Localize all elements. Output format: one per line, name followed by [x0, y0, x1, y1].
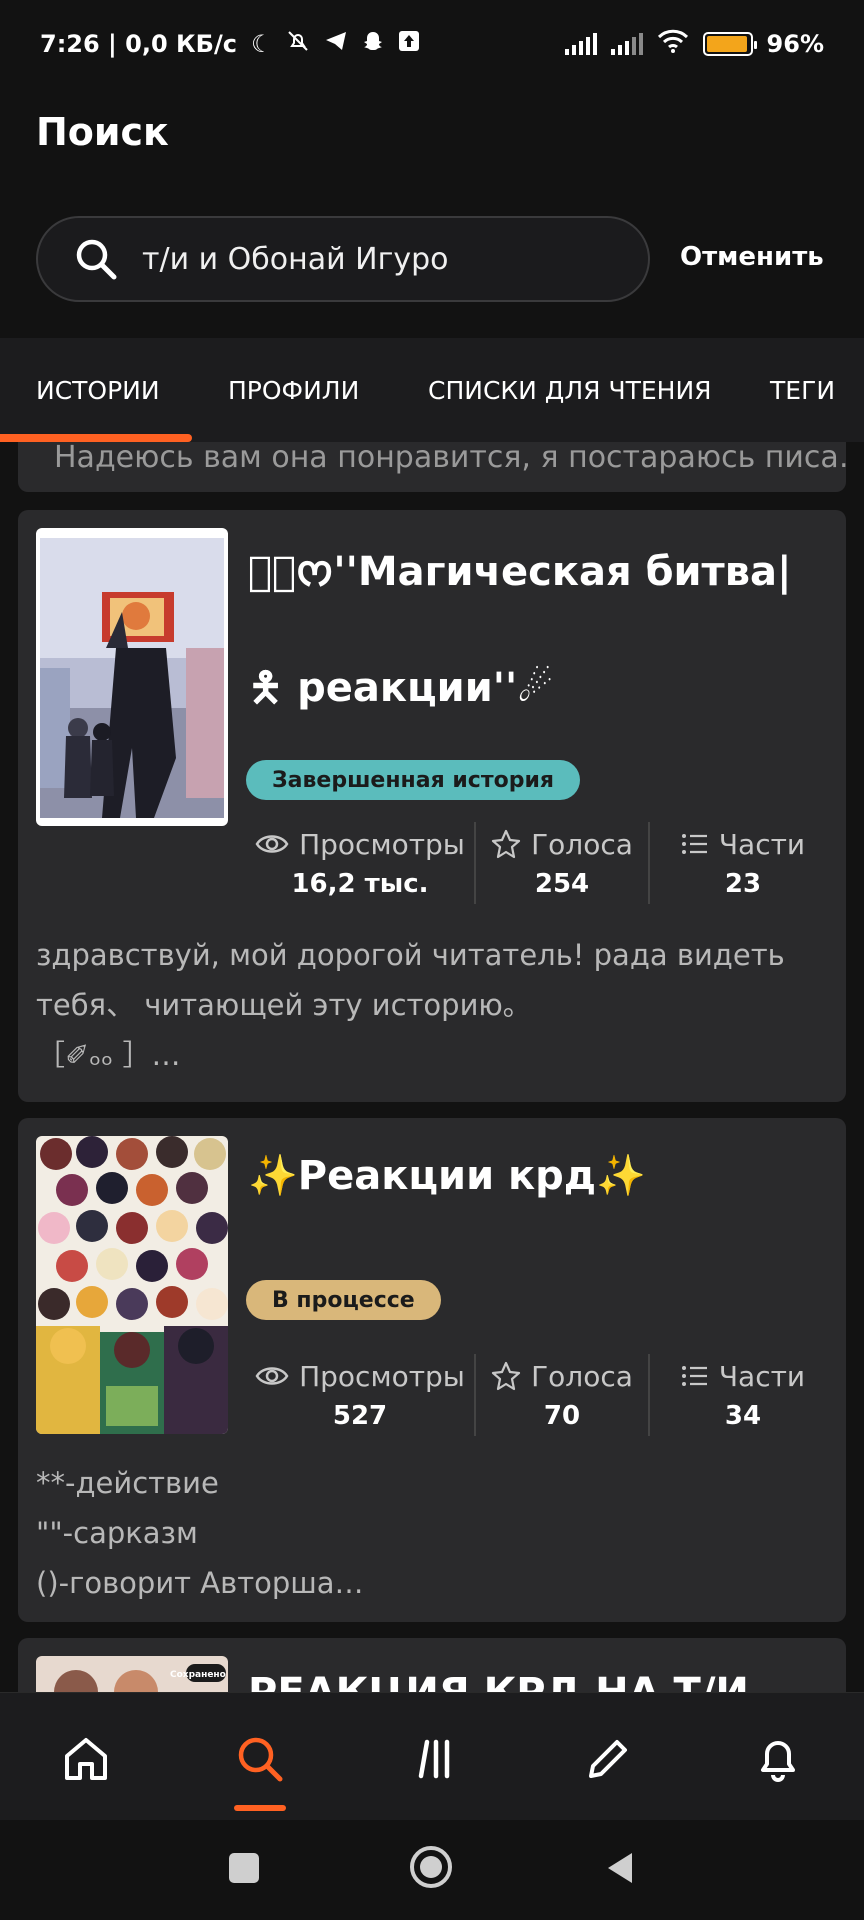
nav-search[interactable]	[230, 1729, 290, 1789]
tab-tags[interactable]: ТЕГИ	[770, 376, 835, 405]
views-label: Просмотры	[299, 1359, 465, 1393]
stat-views: Просмотры 527	[246, 1354, 474, 1436]
tab-stories[interactable]: ИСТОРИИ	[36, 376, 160, 405]
system-nav-bar	[0, 1820, 864, 1920]
snapchat-icon	[362, 30, 384, 58]
story-title-line2[interactable]: 🯅 реакции''☄	[248, 630, 828, 746]
library-icon	[418, 1739, 450, 1779]
story-description: Надеюсь вам она понравится, я постараюсь…	[54, 442, 846, 475]
status-bar: 7:26 | 0,0 КБ/с ☾ 96%	[0, 0, 864, 88]
home-icon	[65, 1738, 107, 1780]
nav-write[interactable]	[578, 1729, 638, 1789]
recents-button[interactable]	[226, 1850, 262, 1890]
square-icon	[229, 1853, 259, 1883]
story-description: здравствуй, мой дорогой читатель! рада в…	[36, 938, 785, 1072]
back-triangle-icon	[608, 1853, 632, 1883]
results-list[interactable]: Надеюсь вам она понравится, я постараюсь…	[0, 442, 864, 1692]
story-card[interactable]: ꦿ⃟ᰔ''Магическая битва| 🯅 🯅 реакции''☄ За…	[18, 510, 846, 1102]
nav-home[interactable]	[56, 1729, 116, 1789]
moon-icon: ☾	[250, 30, 273, 58]
star-icon	[491, 1361, 521, 1391]
status-badge: Завершенная история	[246, 760, 580, 800]
votes-value: 254	[534, 868, 590, 899]
list-icon	[681, 1366, 707, 1386]
bell-icon	[761, 1741, 795, 1782]
status-badge-label: Завершенная история	[272, 767, 554, 793]
tab-profiles[interactable]: ПРОФИЛИ	[228, 376, 359, 405]
parts-value: 23	[724, 868, 762, 899]
stat-views: Просмотры 16,2 тыс.	[246, 822, 474, 904]
battery-percent: 96%	[766, 30, 824, 58]
saved-label: Сохранено	[170, 1670, 226, 1680]
story-description: **-действие ""-сарказм ()-говорит Авторш…	[36, 1466, 364, 1600]
status-time: 7:26 | 0,0 КБ/с	[40, 30, 237, 58]
views-value: 16,2 тыс.	[291, 868, 429, 899]
circle-icon	[410, 1846, 452, 1888]
stat-parts: Части 23	[650, 822, 836, 904]
stat-votes: Голоса 254	[476, 822, 648, 904]
pencil-icon	[589, 1740, 627, 1778]
stat-parts: Части 34	[650, 1354, 836, 1436]
views-value: 527	[332, 1400, 388, 1431]
status-right: 96%	[564, 29, 824, 59]
search-input[interactable]	[142, 241, 602, 277]
tab-reading-lists[interactable]: СПИСКИ ДЛЯ ЧТЕНИЯ	[428, 376, 712, 405]
story-card[interactable]: Сохранено РЕАКЦИЯ КРД НА Т/И	[18, 1638, 846, 1692]
story-card-previous[interactable]: Надеюсь вам она понравится, я постараюсь…	[18, 442, 846, 492]
back-button[interactable]	[602, 1850, 638, 1890]
page-title: Поиск	[36, 110, 169, 154]
parts-value: 34	[724, 1400, 762, 1431]
cancel-button[interactable]: Отменить	[680, 242, 824, 272]
list-icon	[681, 834, 707, 854]
search-icon	[238, 1737, 283, 1782]
eye-icon	[255, 1367, 289, 1385]
muted-bell-icon	[286, 29, 310, 59]
status-badge: В процессе	[246, 1280, 441, 1320]
bottom-navigation	[0, 1692, 864, 1820]
story-card[interactable]: ✨Реакции крд✨ В процессе Просмотры 527 Г…	[18, 1118, 846, 1622]
telegram-icon	[324, 30, 348, 58]
wifi-icon	[657, 29, 689, 59]
stat-votes: Голоса 70	[476, 1354, 648, 1436]
story-title[interactable]: ✨Реакции крд✨	[248, 1118, 828, 1234]
star-icon	[491, 829, 521, 859]
story-cover[interactable]	[36, 1136, 228, 1434]
votes-label: Голоса	[531, 827, 633, 861]
nav-notifications[interactable]	[748, 1729, 808, 1789]
votes-value: 70	[543, 1400, 581, 1431]
result-tabs: ИСТОРИИ ПРОФИЛИ СПИСКИ ДЛЯ ЧТЕНИЯ ТЕГИ	[0, 338, 864, 442]
story-cover[interactable]	[36, 528, 228, 826]
votes-label: Голоса	[531, 1359, 633, 1393]
status-left: 7:26 | 0,0 КБ/с ☾	[40, 29, 420, 59]
signal-2-icon	[610, 33, 643, 55]
active-nav-indicator	[234, 1805, 286, 1811]
home-system-button[interactable]	[408, 1844, 454, 1894]
parts-label: Части	[718, 827, 806, 861]
active-tab-indicator	[0, 434, 192, 442]
eye-icon	[255, 835, 289, 853]
upload-icon	[398, 30, 420, 58]
nav-library[interactable]	[404, 1729, 464, 1789]
story-stats: Просмотры 527 Голоса 70 Части 34	[246, 1354, 836, 1436]
signal-icon	[564, 33, 597, 55]
views-label: Просмотры	[299, 827, 465, 861]
status-badge-label: В процессе	[272, 1287, 415, 1313]
battery-icon	[702, 32, 757, 56]
search-bar[interactable]	[36, 216, 650, 302]
parts-label: Части	[718, 1359, 806, 1393]
story-stats: Просмотры 16,2 тыс. Голоса 254 Части 23	[246, 822, 836, 904]
search-icon	[76, 239, 117, 280]
story-cover[interactable]: Сохранено	[36, 1656, 228, 1692]
story-title[interactable]: РЕАКЦИЯ КРД НА Т/И	[248, 1648, 828, 1692]
